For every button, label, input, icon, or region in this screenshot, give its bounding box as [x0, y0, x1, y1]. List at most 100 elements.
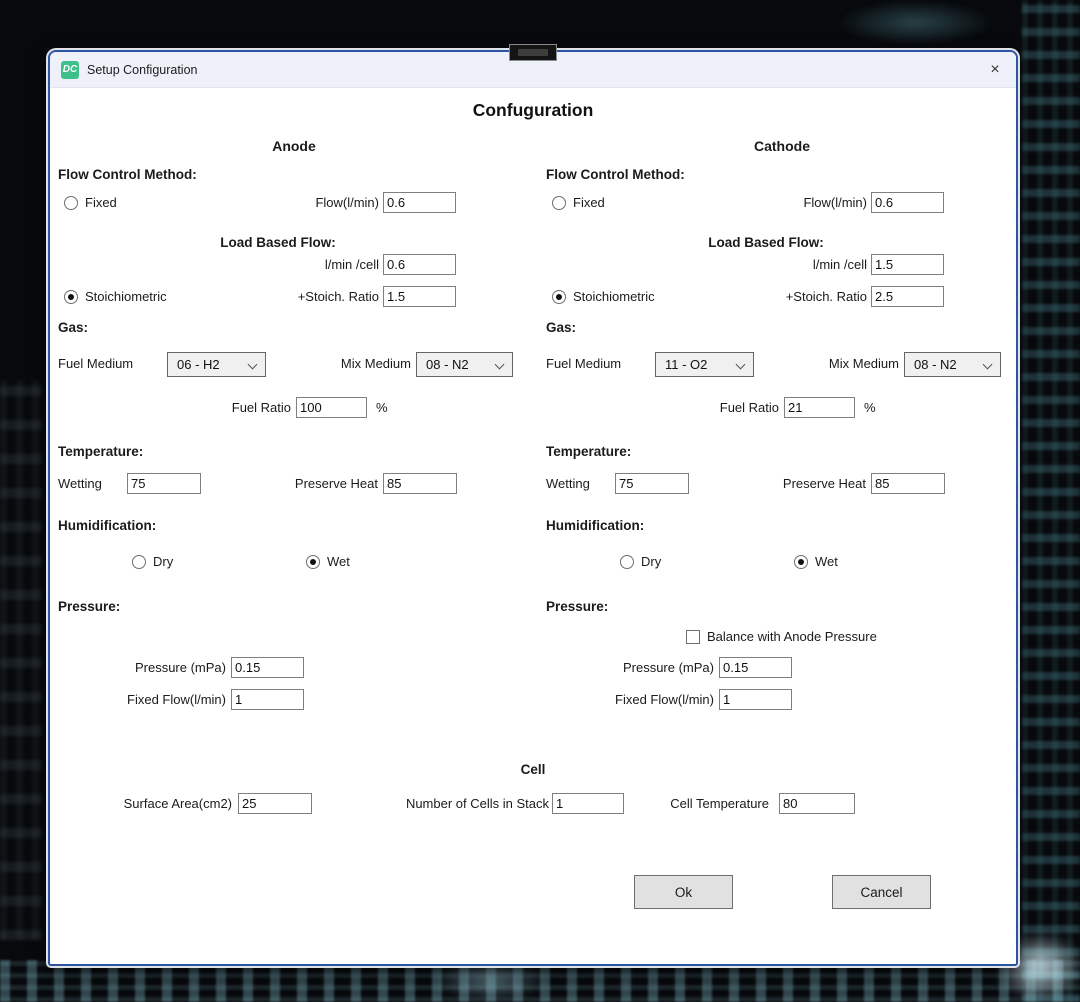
anode-stoichiometric-label: Stoichiometric [85, 286, 167, 308]
anode-per-cell-row: l/min /cell [58, 254, 530, 276]
cathode-temperature-row: Wetting Preserve Heat [546, 473, 1018, 495]
window-title: Setup Configuration [87, 63, 198, 77]
anode-fuel-ratio-label: Fuel Ratio [158, 397, 291, 419]
cathode-wet-label: Wet [815, 551, 838, 573]
ok-button[interactable]: Ok [634, 875, 733, 909]
anode-pressure-row: Pressure (mPa) [58, 657, 530, 679]
cathode-fuel-ratio-label: Fuel Ratio [646, 397, 779, 419]
cathode-stoichiometric-radio[interactable] [552, 290, 566, 304]
cathode-fixed-flow-bottom-row: Fixed Flow(l/min) [546, 689, 1018, 711]
cathode-per-cell-row: l/min /cell [546, 254, 1018, 276]
background-window-tab-bar [518, 49, 548, 56]
cathode-load-based-flow-label: Load Based Flow: [546, 232, 986, 254]
cathode-balance-label: Balance with Anode Pressure [707, 626, 877, 648]
anode-gas-row: Fuel Medium 06 - H2 Mix Medium 08 - N2 [58, 353, 530, 379]
anode-wet-label: Wet [327, 551, 350, 573]
anode-wet-radio[interactable] [306, 555, 320, 569]
cathode-mix-medium-select[interactable]: 08 - N2 [904, 352, 1001, 377]
anode-panel: Anode Flow Control Method: Fixed Flow(l/… [58, 132, 530, 772]
cathode-per-cell-label: l/min /cell [696, 254, 867, 276]
anode-per-cell-label: l/min /cell [208, 254, 379, 276]
anode-pressure-section-label: Pressure: [58, 596, 120, 618]
surface-area-label: Surface Area(cm2) [90, 793, 232, 815]
anode-stoichiometric-radio[interactable] [64, 290, 78, 304]
anode-fuel-ratio-input[interactable] [296, 397, 367, 418]
cathode-pressure-section-label: Pressure: [546, 596, 608, 618]
cathode-humidification-label: Humidification: [546, 515, 644, 537]
cathode-fixed-flow-input[interactable] [719, 689, 792, 710]
background-texture-right [1022, 0, 1080, 1002]
anode-temperature-label: Temperature: [58, 441, 143, 463]
cathode-fuel-ratio-row: Fuel Ratio % [546, 397, 1018, 419]
anode-pressure-label: Pressure (mPa) [58, 657, 226, 679]
anode-fuel-medium-value: 06 - H2 [168, 357, 220, 372]
anode-preserve-heat-label: Preserve Heat [238, 473, 378, 495]
cathode-stoich-row: Stoichiometric +Stoich. Ratio [546, 286, 1018, 308]
cathode-flow-label: Flow(l/min) [696, 192, 867, 214]
anode-fixed-flow-row: Fixed Flow(l/min) [58, 192, 530, 214]
cathode-balance-row: Balance with Anode Pressure [546, 626, 1018, 648]
anode-fixed-flow-label: Fixed Flow(l/min) [58, 689, 226, 711]
background-glow [835, 0, 995, 45]
cathode-fixed-radio[interactable] [552, 196, 566, 210]
cathode-stoichiometric-label: Stoichiometric [573, 286, 655, 308]
anode-wetting-label: Wetting [58, 473, 102, 495]
cathode-pressure-input[interactable] [719, 657, 792, 678]
chevron-down-icon [248, 360, 258, 370]
cathode-wet-radio[interactable] [794, 555, 808, 569]
anode-flow-label: Flow(l/min) [208, 192, 379, 214]
cathode-pressure-label: Pressure (mPa) [546, 657, 714, 679]
anode-mix-medium-value: 08 - N2 [417, 357, 469, 372]
anode-dry-radio[interactable] [132, 555, 146, 569]
cathode-fuel-medium-select[interactable]: 11 - O2 [655, 352, 754, 377]
cathode-dry-radio[interactable] [620, 555, 634, 569]
anode-preserve-heat-input[interactable] [383, 473, 457, 494]
cathode-stoich-ratio-input[interactable] [871, 286, 944, 307]
anode-stoich-ratio-input[interactable] [383, 286, 456, 307]
cathode-preserve-heat-input[interactable] [871, 473, 945, 494]
anode-fixed-label: Fixed [85, 192, 117, 214]
cathode-per-cell-input[interactable] [871, 254, 944, 275]
chevron-down-icon [983, 360, 993, 370]
cell-temperature-input[interactable] [779, 793, 855, 814]
anode-stoich-ratio-label: +Stoich. Ratio [208, 286, 379, 308]
cancel-button[interactable]: Cancel [832, 875, 931, 909]
anode-mix-medium-select[interactable]: 08 - N2 [416, 352, 513, 377]
anode-fixed-flow-bottom-row: Fixed Flow(l/min) [58, 689, 530, 711]
surface-area-input[interactable] [238, 793, 312, 814]
background-window-tab [509, 44, 557, 61]
cathode-wetting-input[interactable] [615, 473, 689, 494]
cathode-title: Cathode [546, 138, 1018, 160]
anode-fixed-radio[interactable] [64, 196, 78, 210]
anode-fuel-medium-label: Fuel Medium [58, 353, 133, 375]
anode-flow-control-method-label: Flow Control Method: [58, 164, 197, 186]
cathode-pressure-row: Pressure (mPa) [546, 657, 1018, 679]
cathode-fuel-ratio-input[interactable] [784, 397, 855, 418]
cathode-humidification-row: Dry Wet [546, 551, 1018, 573]
cathode-panel: Cathode Flow Control Method: Fixed Flow(… [546, 132, 1018, 772]
anode-temperature-row: Wetting Preserve Heat [58, 473, 530, 495]
anode-dry-label: Dry [153, 551, 173, 573]
cathode-wetting-label: Wetting [546, 473, 590, 495]
cathode-balance-checkbox[interactable] [686, 630, 700, 644]
anode-fuel-medium-select[interactable]: 06 - H2 [167, 352, 266, 377]
anode-pressure-input[interactable] [231, 657, 304, 678]
setup-configuration-dialog: DC Setup Configuration × Confuguration A… [48, 50, 1018, 966]
anode-load-based-flow-label: Load Based Flow: [58, 232, 498, 254]
cells-in-stack-label: Number of Cells in Stack [360, 793, 549, 815]
cells-in-stack-input[interactable] [552, 793, 624, 814]
close-icon[interactable]: × [984, 59, 1006, 81]
cathode-temperature-label: Temperature: [546, 441, 631, 463]
anode-humidification-label: Humidification: [58, 515, 156, 537]
cathode-flow-input[interactable] [871, 192, 944, 213]
anode-per-cell-input[interactable] [383, 254, 456, 275]
anode-percent-label: % [376, 397, 388, 419]
anode-fixed-flow-input[interactable] [231, 689, 304, 710]
anode-wetting-input[interactable] [127, 473, 201, 494]
cathode-gas-label: Gas: [546, 317, 576, 339]
anode-mix-medium-label: Mix Medium [298, 353, 411, 375]
cathode-fixed-flow-row: Fixed Flow(l/min) [546, 192, 1018, 214]
cathode-stoich-ratio-label: +Stoich. Ratio [696, 286, 867, 308]
cathode-fuel-medium-value: 11 - O2 [656, 357, 707, 372]
anode-flow-input[interactable] [383, 192, 456, 213]
